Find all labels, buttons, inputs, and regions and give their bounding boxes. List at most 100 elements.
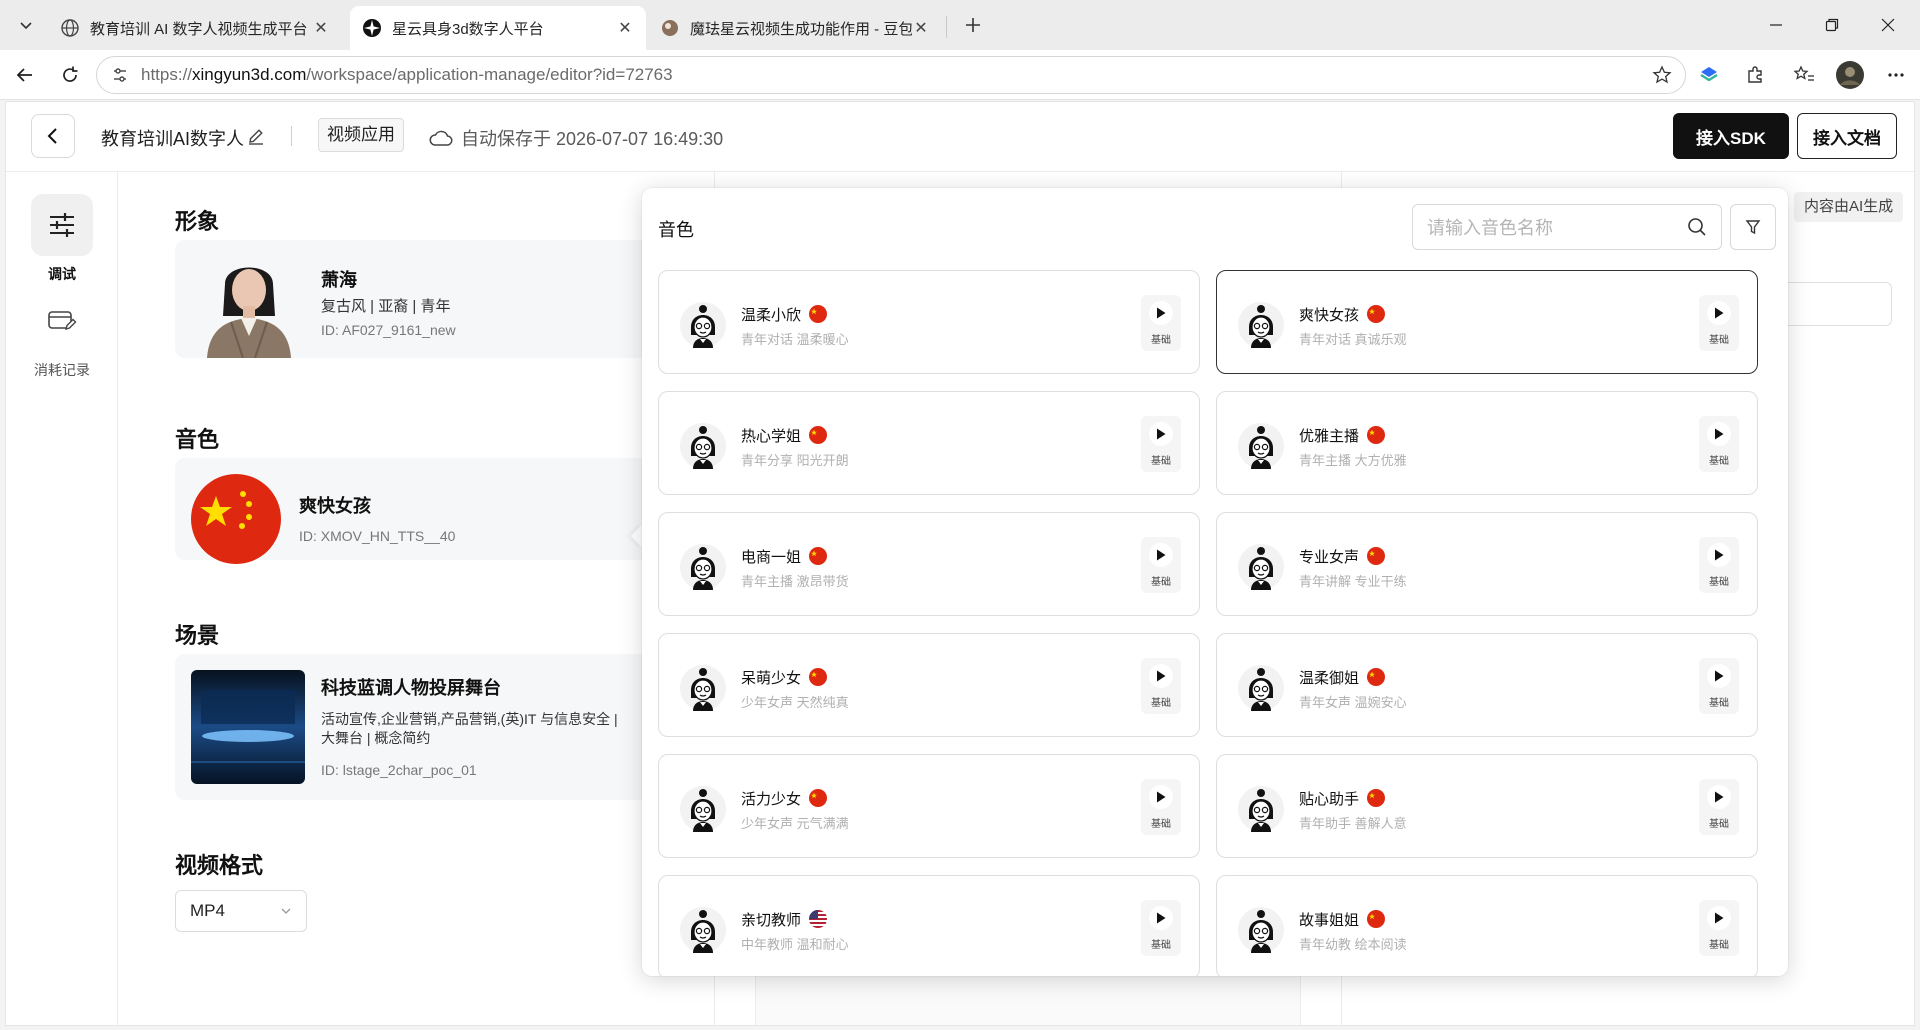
- voice-avatar-icon: [1238, 423, 1284, 469]
- voice-option-card[interactable]: 专业女声 青年讲解 专业干练 基础: [1216, 512, 1758, 616]
- play-button[interactable]: [1707, 906, 1731, 930]
- video-format-select[interactable]: MP4: [175, 890, 307, 932]
- scene-thumbnail: [191, 670, 305, 784]
- address-bar[interactable]: https://xingyun3d.com/workspace/applicat…: [96, 56, 1686, 94]
- play-button[interactable]: [1707, 785, 1731, 809]
- tab-list-button[interactable]: [10, 9, 42, 41]
- voice-language-flag: [1367, 547, 1386, 565]
- tab-separator: [946, 16, 947, 38]
- voice-option-card[interactable]: 温柔御姐青年女声 温婉安心 基础: [1216, 633, 1758, 737]
- config-panel: 形象 萧海 复古风 | 亚裔 | 青年 ID: AF027_9161_new 音…: [119, 172, 715, 1025]
- site-info-icon[interactable]: [111, 66, 129, 84]
- voice-option-card[interactable]: 电商一姐 青年主播 激昂带货 基础: [658, 512, 1200, 616]
- voice-option-card[interactable]: 亲切教师 中年教师 温和耐心 基础: [658, 875, 1200, 976]
- extensions-button[interactable]: [1739, 59, 1771, 91]
- play-button[interactable]: [1707, 301, 1731, 325]
- new-tab-button[interactable]: [958, 10, 988, 40]
- play-icon: [1715, 428, 1724, 440]
- browser-tab-1[interactable]: 教育培训 AI 数字人视频生成平台 ✕: [48, 6, 342, 50]
- scene-card[interactable]: 科技蓝调人物投屏舞台 活动宣传,企业营销,产品营销,(英)IT 与信息安全 | …: [175, 654, 695, 800]
- voice-avatar-icon: [680, 544, 726, 590]
- play-icon: [1157, 307, 1166, 319]
- more-menu-button[interactable]: [1880, 59, 1912, 91]
- restore-button[interactable]: [1814, 10, 1850, 40]
- search-icon[interactable]: [1687, 217, 1707, 237]
- popover-title: 音色: [658, 220, 694, 240]
- play-button[interactable]: [1149, 422, 1173, 446]
- play-button[interactable]: [1149, 906, 1173, 930]
- voice-language-flag: [1367, 789, 1386, 807]
- favorite-star-button[interactable]: [1646, 59, 1678, 91]
- credit-card-edit-icon: [48, 311, 77, 331]
- voice-option-card[interactable]: 呆萌少女 少年女声 天然纯真 基础: [658, 633, 1200, 737]
- voice-option-card[interactable]: 热心学姐 青年分享 阳光开朗 基础: [658, 391, 1200, 495]
- voice-name: 温柔御姐: [1299, 670, 1360, 687]
- close-window-button[interactable]: [1870, 10, 1906, 40]
- globe-icon: [61, 19, 79, 37]
- connect-sdk-button[interactable]: 接入SDK: [1673, 113, 1789, 159]
- voice-picker-popover: 音色 请输入音色名称 温柔小欣 青年对话 温柔暖心 基础 爽快女孩 青年对话 真诚乐观基…: [642, 188, 1788, 976]
- reload-icon: [63, 66, 78, 82]
- voice-tags: 青年女声 温婉安心: [1299, 695, 1407, 710]
- profile-avatar-button[interactable]: [1834, 59, 1866, 91]
- voice-option-card[interactable]: 贴心助手 青年助手 善解人意 基础: [1216, 754, 1758, 858]
- voice-name: 活力少女: [741, 791, 802, 808]
- sidebar-item-label: 调试: [48, 266, 76, 282]
- doubao-icon: [662, 20, 678, 36]
- play-button[interactable]: [1707, 422, 1731, 446]
- play-button[interactable]: [1149, 664, 1173, 688]
- tier-badge: 基础: [1151, 698, 1171, 709]
- favorites-button[interactable]: [1788, 59, 1820, 91]
- sliders-icon: [50, 213, 74, 237]
- browser-tab-3[interactable]: 魔珐星云视频生成功能作用 - 豆包 ✕: [648, 6, 942, 50]
- back-button[interactable]: [31, 114, 75, 158]
- tier-badge: 基础: [1151, 819, 1171, 830]
- extension-button[interactable]: [1693, 59, 1725, 91]
- voice-option-card[interactable]: 活力少女 少年女声 元气满满 基础: [658, 754, 1200, 858]
- play-button[interactable]: [1149, 543, 1173, 567]
- back-nav-button[interactable]: [9, 59, 41, 91]
- voice-preview-control: 基础: [1141, 537, 1181, 593]
- sidebar-item-debug[interactable]: 调试: [6, 194, 118, 284]
- voice-tags: 青年主播 大方优雅: [1299, 453, 1407, 468]
- close-tab-icon[interactable]: ✕: [312, 18, 330, 38]
- china-flag-icon: [1367, 426, 1386, 444]
- tier-badge: 基础: [1151, 456, 1171, 467]
- edit-pencil-icon[interactable]: [246, 126, 266, 146]
- voice-preview-control: 基础: [1141, 416, 1181, 472]
- voice-option-card[interactable]: 爽快女孩 青年对话 真诚乐观 基础: [1216, 270, 1758, 374]
- chevron-left-icon: [47, 128, 57, 144]
- autosave-status: 自动保存于 2026-07-07 16:49:30: [429, 125, 723, 151]
- minimize-icon: [1770, 24, 1782, 26]
- voice-option-card[interactable]: 优雅主播 青年主播 大方优雅 基础: [1216, 391, 1758, 495]
- close-tab-icon[interactable]: ✕: [912, 18, 930, 38]
- reload-button[interactable]: [54, 59, 86, 91]
- play-button[interactable]: [1707, 543, 1731, 567]
- voice-search-input[interactable]: 请输入音色名称: [1412, 204, 1722, 250]
- play-button[interactable]: [1707, 664, 1731, 688]
- tier-badge: 基础: [1709, 577, 1729, 588]
- close-tab-icon[interactable]: ✕: [616, 18, 634, 38]
- china-flag-icon: [1367, 668, 1386, 686]
- tier-badge: 基础: [1151, 940, 1171, 951]
- sidebar-item-label: 消耗记录: [34, 362, 90, 378]
- avatar-card[interactable]: 萧海 复古风 | 亚裔 | 青年 ID: AF027_9161_new: [175, 240, 695, 358]
- voice-name: 故事姐姐: [1299, 912, 1360, 929]
- connect-docs-button[interactable]: 接入文档: [1797, 113, 1897, 159]
- voice-option-card[interactable]: 故事姐姐 青年幼教 绘本阅读 基础: [1216, 875, 1758, 976]
- filter-button[interactable]: [1730, 204, 1776, 250]
- sidebar-item-usage-records[interactable]: 消耗记录: [6, 290, 118, 380]
- voice-avatar-icon: [1238, 786, 1284, 832]
- avatar-section-title: 形象: [175, 209, 220, 234]
- play-button[interactable]: [1149, 301, 1173, 325]
- browser-tab-2[interactable]: 星云具身3d数字人平台 ✕: [350, 6, 646, 50]
- minimize-button[interactable]: [1758, 10, 1794, 40]
- voice-option-card[interactable]: 温柔小欣 青年对话 温柔暖心 基础: [658, 270, 1200, 374]
- voice-card[interactable]: 爽快女孩 ID: XMOV_HN_TTS__40: [175, 458, 695, 564]
- play-button[interactable]: [1149, 785, 1173, 809]
- voice-preview-control: 基础: [1141, 658, 1181, 714]
- voice-name: 爽快女孩: [299, 496, 371, 516]
- voice-preview-control: 基础: [1699, 658, 1739, 714]
- voice-preview-control: 基础: [1699, 416, 1739, 472]
- tab-title: 魔珐星云视频生成功能作用 - 豆包: [690, 20, 912, 38]
